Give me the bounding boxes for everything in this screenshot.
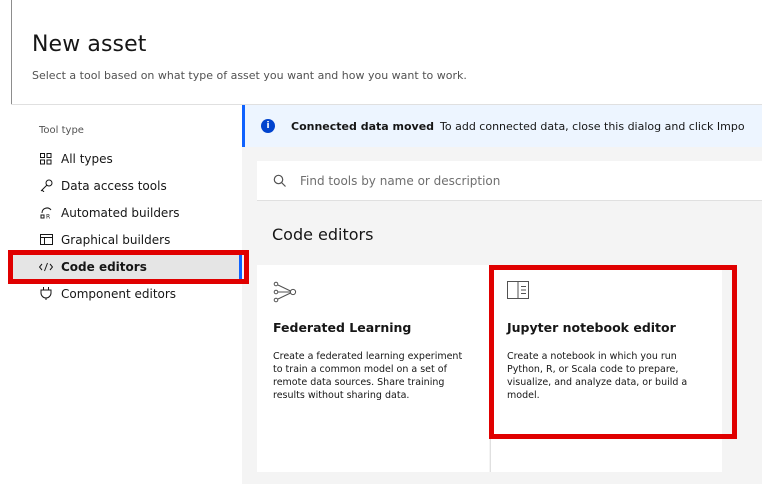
graphical-builder-icon — [39, 233, 53, 247]
card-title: Jupyter notebook editor — [507, 320, 676, 335]
tool-type-sidebar: Tool type All types Data access tools R … — [11, 105, 242, 484]
sidebar-label: Tool type — [39, 125, 84, 136]
dialog-header: New asset Select a tool based on what ty… — [32, 32, 467, 82]
sidebar-item-label: Data access tools — [61, 178, 167, 193]
sidebar-item-label: Code editors — [61, 259, 147, 274]
sidebar-item-label: Automated builders — [61, 205, 180, 220]
grid-icon — [39, 152, 53, 166]
sidebar-item-label: Component editors — [61, 286, 177, 301]
sidebar-item-all-types[interactable]: All types — [11, 145, 242, 172]
plug-icon — [39, 287, 53, 301]
sidebar-item-automated-builders[interactable]: R Automated builders — [11, 199, 242, 226]
sidebar-item-component-editors[interactable]: Component editors — [11, 280, 242, 307]
sidebar-item-data-access-tools[interactable]: Data access tools — [11, 172, 242, 199]
automated-builder-icon: R — [39, 206, 53, 220]
sidebar-item-label: Graphical builders — [61, 232, 171, 247]
svg-text:R: R — [46, 214, 50, 220]
federated-learning-card[interactable]: Federated Learning Create a federated le… — [257, 265, 489, 472]
federated-learning-icon — [273, 281, 297, 303]
notification-text: To add connected data, close this dialog… — [440, 119, 745, 133]
key-icon — [39, 179, 53, 193]
notification-title: Connected data moved — [291, 119, 435, 133]
card-description: Create a notebook in which you run Pytho… — [507, 351, 688, 401]
page-title: New asset — [32, 32, 147, 57]
card-description: Create a federated learning experiment t… — [273, 351, 463, 401]
search-input[interactable]: Find tools by name or description — [257, 161, 762, 201]
sidebar-item-code-editors[interactable]: Code editors — [11, 253, 242, 280]
sidebar-item-label: All types — [61, 151, 113, 166]
info-icon: i — [261, 119, 275, 133]
code-icon — [39, 260, 53, 274]
search-icon — [273, 174, 287, 188]
info-notification: i Connected data moved To add connected … — [242, 105, 762, 147]
search-placeholder: Find tools by name or description — [300, 173, 501, 188]
card-title: Federated Learning — [273, 320, 412, 335]
tools-panel: i Connected data moved To add connected … — [242, 105, 762, 484]
page-subtitle: Select a tool based on what type of asse… — [32, 69, 467, 82]
jupyter-notebook-editor-card[interactable]: Jupyter notebook editor Create a noteboo… — [490, 265, 722, 472]
section-title: Code editors — [272, 225, 374, 244]
sidebar-item-graphical-builders[interactable]: Graphical builders — [11, 226, 242, 253]
notebook-icon — [507, 281, 529, 303]
